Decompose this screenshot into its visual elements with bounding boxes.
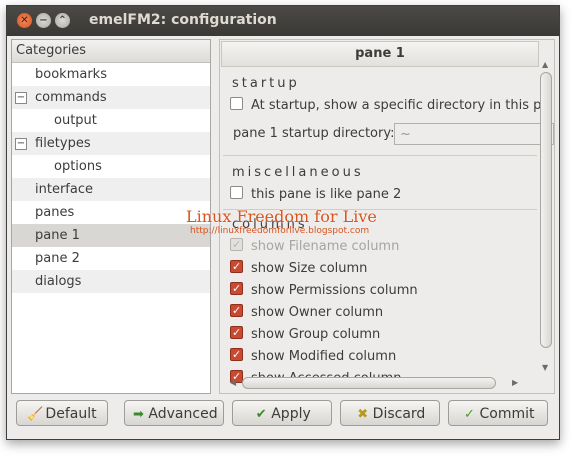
scroll-left-icon[interactable]: ◀ [230,378,236,387]
apply-check-icon: ✔ [255,407,267,422]
tree-item-label: interface [35,182,93,197]
tree-item-pane-1[interactable]: pane 1 [12,224,210,247]
checkbox-label: this pane is like pane 2 [251,187,402,202]
tree-item-label: output [54,113,97,128]
tree-item-bookmarks[interactable]: bookmarks [12,63,210,86]
vertical-scrollbar[interactable]: ▲ ▼ [540,60,552,380]
panel-title: pane 1 [221,41,539,67]
checkbox-box[interactable] [230,235,243,255]
misc-heading: miscellaneous [232,165,364,180]
apply-button-label: Apply [271,406,311,422]
tree-item-filetypes[interactable]: − filetypes [12,132,210,155]
tree-item-label: pane 1 [35,228,80,243]
advanced-button[interactable]: ➡ Advanced [124,400,224,426]
apply-button[interactable]: ✔ Apply [232,400,332,426]
scroll-right-icon[interactable]: ▶ [512,378,518,387]
checkbox-label: show Filename column [251,239,400,254]
show-startup-dir-checkbox[interactable]: At startup, show a specific directory in… [230,96,549,116]
tree-item-panes[interactable]: panes [12,201,210,224]
checkbox-label: show Group column [251,327,381,342]
horizontal-scrollbar[interactable]: ◀ ▶ [230,376,530,390]
checkbox-box[interactable] [230,257,243,277]
tree-item-label: filetypes [35,136,91,151]
categories-tree[interactable]: Categories bookmarks − commands output −… [11,39,211,394]
discard-x-icon: ✖ [357,407,369,422]
categories-header[interactable]: Categories [12,40,210,63]
tree-item-label: options [54,159,102,174]
tree-item-label: dialogs [35,274,82,289]
tree-item-label: panes [35,205,75,220]
tree-item-commands[interactable]: − commands [12,86,210,109]
owner-column-checkbox[interactable]: show Owner column [230,301,384,323]
broom-icon: 🧹 [27,407,44,422]
commit-button-label: Commit [479,406,535,422]
default-button[interactable]: 🧹 Default [16,400,108,426]
collapse-icon[interactable]: − [15,92,27,104]
tree-item-label: commands [35,90,107,105]
window-title: emelFM2: configuration [89,12,277,28]
scroll-up-icon[interactable]: ▲ [542,60,548,69]
checkbox-label: show Size column [251,261,368,276]
maximize-icon[interactable]: ⌃ [55,13,70,28]
commit-button[interactable]: ✓ Commit [448,400,548,426]
checkbox-label: show Modified column [251,349,397,364]
vertical-scroll-thumb[interactable] [540,72,552,348]
discard-button-label: Discard [372,406,426,422]
tree-item-dialogs[interactable]: dialogs [12,270,210,293]
button-bar: 🧹 Default ➡ Advanced ✔ Apply ✖ Discard ✓ Comm… [7,396,559,436]
watermark-title: Linux Freedom for Live [186,207,377,226]
minimize-icon[interactable]: − [36,13,51,28]
tree-item-pane-2[interactable]: pane 2 [12,247,210,270]
checkbox-box[interactable] [230,345,243,365]
checkbox-label: At startup, show a specific directory in… [251,98,550,113]
modified-column-checkbox[interactable]: show Modified column [230,345,397,367]
default-button-label: Default [45,406,97,422]
checkbox-box[interactable] [230,323,243,343]
checkbox-box[interactable] [230,186,243,199]
watermark-url: http://linuxfreedomforlive.blogspot.com [190,226,370,236]
commit-check-icon: ✓ [464,407,475,422]
size-column-checkbox[interactable]: show Size column [230,257,368,279]
startup-dir-label: pane 1 startup directory: [233,126,395,141]
title-bar[interactable]: ✕ − ⌃ emelFM2: configuration [7,6,559,36]
like-pane2-checkbox[interactable]: this pane is like pane 2 [230,185,401,205]
scroll-down-icon[interactable]: ▼ [542,363,548,372]
tree-item-options[interactable]: options [12,155,210,178]
checkbox-box[interactable] [230,97,243,110]
divider [223,155,537,156]
forward-arrow-icon: ➡ [132,407,144,422]
group-column-checkbox[interactable]: show Group column [230,323,381,345]
filename-column-checkbox[interactable]: show Filename column [230,235,400,257]
checkbox-box[interactable] [230,279,243,299]
startup-heading: startup [232,76,300,91]
tree-item-interface[interactable]: interface [12,178,210,201]
checkbox-label: show Owner column [251,305,384,320]
checkbox-label: show Permissions column [251,283,418,298]
discard-button[interactable]: ✖ Discard [340,400,440,426]
checkbox-box[interactable] [230,301,243,321]
advanced-button-label: Advanced [148,406,218,422]
startup-dir-input[interactable]: ~ [394,123,554,145]
tree-item-label: bookmarks [35,67,107,82]
tree-item-label: pane 2 [35,251,80,266]
permissions-column-checkbox[interactable]: show Permissions column [230,279,418,301]
close-icon[interactable]: ✕ [17,13,32,28]
tree-item-output[interactable]: output [12,109,210,132]
collapse-icon[interactable]: − [15,138,27,150]
horizontal-scroll-thumb[interactable] [242,377,496,389]
